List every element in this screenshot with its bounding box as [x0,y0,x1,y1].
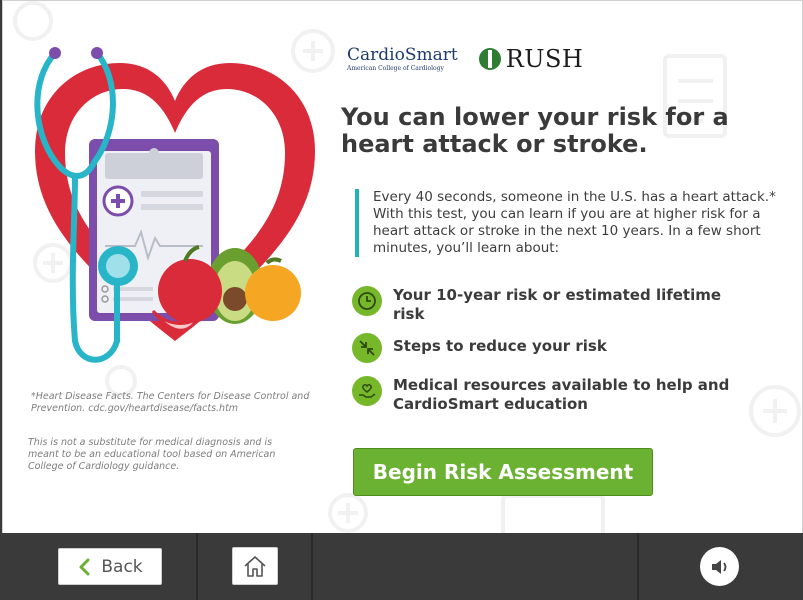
cardiosmart-name: CardioSmart [347,44,458,65]
clock-icon [352,286,382,316]
home-button[interactable] [232,547,278,585]
feature-label: Medical resources available to help and … [393,376,730,413]
begin-risk-assessment-button[interactable]: Begin Risk Assessment [353,448,653,496]
feature-item: Medical resources available to help and … [352,376,733,414]
heart-health-illustration [34,47,315,363]
nav-divider [637,533,639,600]
feature-item: Steps to reduce your risk [352,333,733,363]
disclaimer: This is not a substitute for medical dia… [28,437,276,472]
kiosk-screen: CardioSmart American College of Cardiolo… [2,0,803,535]
nav-divider [196,533,198,600]
page-headline: You can lower your risk for a heart atta… [341,103,729,158]
rush-logo: RUSH [478,45,584,73]
arrows-in-icon [352,333,382,363]
heart-hand-icon [352,376,382,406]
intro-paragraph: Every 40 seconds, someone in the U.S. ha… [355,189,793,257]
cardiosmart-logo: CardioSmart American College of Cardiolo… [347,44,458,72]
rush-logo-icon [478,48,501,70]
back-label: Back [101,556,143,577]
footnote: *Heart Disease Facts. The Centers for Di… [31,391,310,414]
home-icon [244,556,266,577]
cardiosmart-subtitle: American College of Cardiology [347,64,444,72]
partner-logos: CardioSmart American College of Cardiolo… [339,39,583,79]
rush-name: RUSH [505,45,584,73]
orange [245,265,301,321]
speaker-icon [711,559,726,574]
sound-button[interactable] [700,547,739,586]
apple [158,259,222,323]
back-button[interactable]: Back [58,548,162,585]
feature-label: Steps to reduce your risk [393,337,607,355]
feature-label: Your 10-year risk or estimated lifetime … [393,286,722,323]
nav-divider [311,533,313,600]
chevron-left-icon [79,558,90,575]
feature-item: Your 10-year risk or estimated lifetime … [352,286,733,324]
